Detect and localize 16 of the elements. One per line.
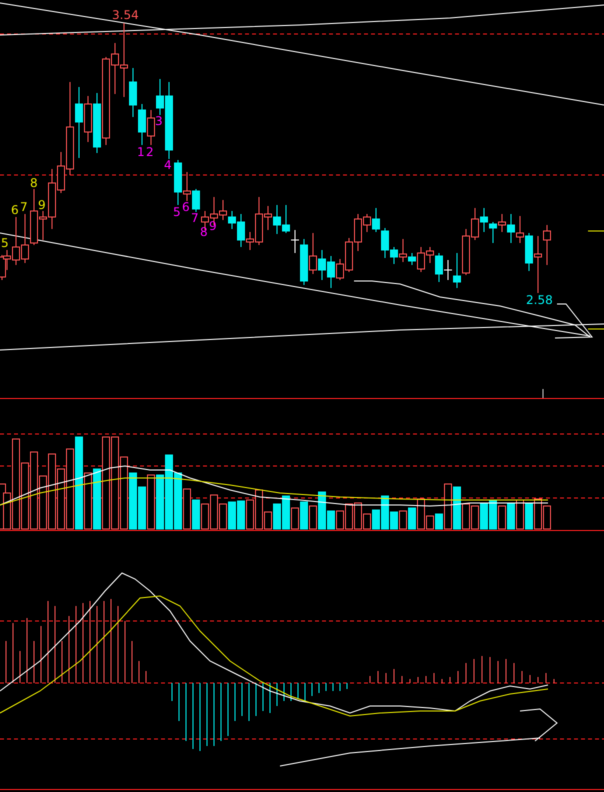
count-label: 6 [182, 201, 190, 213]
count-label: 2 [146, 146, 154, 158]
price-label: 3.54 [112, 9, 139, 21]
count-label: 3 [155, 115, 163, 127]
count-label: 7 [191, 212, 199, 224]
count-label: 9 [209, 220, 217, 232]
count-label: 8 [200, 226, 208, 238]
count-label: 5 [1, 237, 9, 249]
count-label: 6 [11, 204, 19, 216]
count-label: 1 [137, 146, 145, 158]
price-label: 2.58 [526, 294, 553, 306]
count-label: 9 [38, 199, 46, 211]
count-label: 4 [164, 159, 172, 171]
count-label: 7 [20, 201, 28, 213]
count-label: 5 [173, 206, 181, 218]
count-label: 8 [30, 177, 38, 189]
